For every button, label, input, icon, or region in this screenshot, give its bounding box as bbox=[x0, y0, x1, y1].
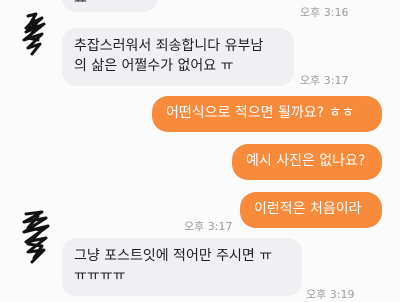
scribbled-out-avatar-icon[interactable] bbox=[18, 210, 54, 266]
chat-conversation: 요 오후 3:16 추잡스러워서 죄송합니다 유부남 의 삶은 어쩔수가 없어요… bbox=[0, 0, 400, 301]
message-text: 요 bbox=[74, 0, 146, 8]
outgoing-message-bubble: 예시 사진은 없나요? bbox=[232, 144, 382, 180]
message-text-line: ㅠㅠㅠㅠ bbox=[74, 268, 126, 284]
message-timestamp: 오후 3:16 bbox=[300, 6, 349, 19]
message-text: 어떤식으로 적으면 될까요? ㅎㅎ bbox=[166, 105, 355, 121]
message-text: 예시 사진은 없나요? bbox=[246, 153, 366, 169]
incoming-message-bubble: 추잡스러워서 죄송합니다 유부남 의 삶은 어쩔수가 없어요 ㅠ bbox=[62, 28, 294, 86]
incoming-message-bubble: 요 bbox=[62, 0, 158, 12]
scribbled-out-avatar-icon[interactable] bbox=[16, 12, 52, 56]
outgoing-message-bubble: 이런적은 처음이라 bbox=[240, 192, 382, 228]
message-timestamp: 오후 3:17 bbox=[300, 74, 349, 87]
message-text-line: 추잡스러워서 죄송합니다 유부남 bbox=[74, 38, 264, 54]
message-text: 이런적은 처음이라 bbox=[254, 201, 362, 217]
outgoing-message-bubble: 어떤식으로 적으면 될까요? ㅎㅎ bbox=[152, 96, 382, 132]
message-text-line: 의 삶은 어쩔수가 없어요 ㅠ bbox=[74, 58, 234, 74]
message-timestamp: 오후 3:17 bbox=[184, 220, 233, 233]
incoming-message-bubble: 그냥 포스트잇에 적어만 주시면 ㅠ ㅠㅠㅠㅠ bbox=[62, 238, 302, 296]
message-text-line: 그냥 포스트잇에 적어만 주시면 ㅠ bbox=[74, 248, 273, 264]
